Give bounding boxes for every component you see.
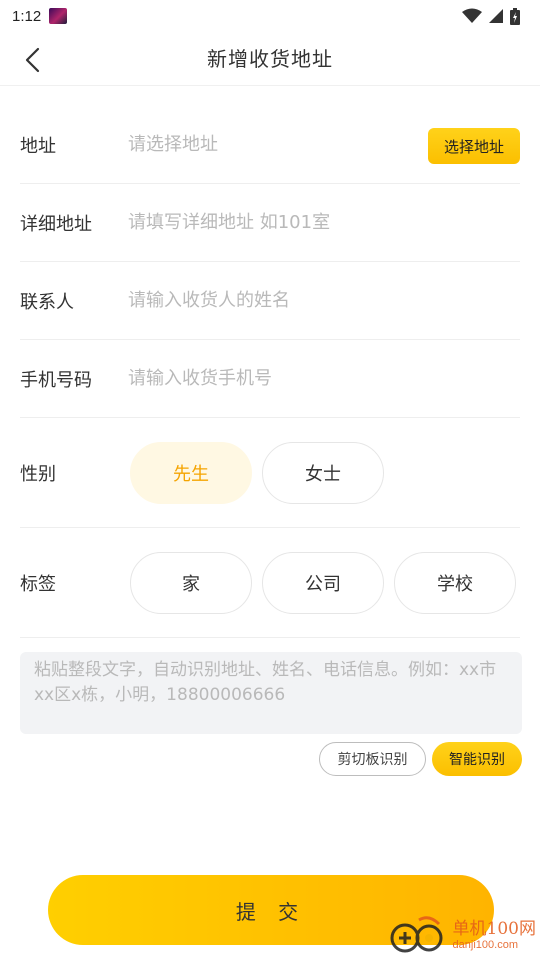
gender-option-mr[interactable]: 先生 — [130, 441, 252, 504]
page-title: 新增收货地址 — [207, 47, 333, 71]
address-row: 地址 选择地址 — [20, 106, 520, 184]
address-form: 地址 选择地址 详细地址 联系人 手机号码 性别 先生 女士 标签 家 公司 学… — [20, 106, 520, 638]
tag-option-home[interactable]: 家 — [130, 551, 252, 614]
clipboard-recognize-button[interactable]: 剪切板识别 — [319, 742, 426, 776]
gender-row: 性别 先生 女士 — [20, 418, 520, 528]
phone-label: 手机号码 — [20, 369, 92, 391]
watermark-name: 单机100网 — [452, 919, 536, 939]
tag-option-school[interactable]: 学校 — [394, 551, 516, 614]
gender-option-ms[interactable]: 女士 — [262, 441, 384, 504]
gender-options: 先生 女士 — [130, 441, 384, 504]
contact-input[interactable] — [128, 290, 520, 311]
header: 新增收货地址 — [0, 32, 540, 86]
detail-address-input[interactable] — [128, 212, 520, 233]
tag-option-company[interactable]: 公司 — [262, 551, 384, 614]
status-icons — [462, 7, 520, 25]
tag-options: 家 公司 学校 — [130, 551, 516, 614]
contact-label: 联系人 — [20, 291, 74, 313]
address-label: 地址 — [20, 135, 56, 157]
status-time: 1:12 — [12, 7, 42, 25]
contact-row: 联系人 — [20, 262, 520, 340]
tag-row: 标签 家 公司 学校 — [20, 528, 520, 638]
battery-icon — [510, 7, 520, 25]
select-address-button[interactable]: 选择地址 — [428, 128, 520, 164]
gender-label: 性别 — [20, 463, 56, 485]
notification-app-icon — [49, 8, 68, 24]
phone-row: 手机号码 — [20, 340, 520, 418]
wifi-icon — [462, 8, 482, 23]
status-bar: 1:12 — [0, 0, 540, 32]
watermark-text: 单机100网 danji100.com — [453, 921, 536, 951]
phone-input[interactable] — [128, 368, 520, 389]
detail-address-label: 详细地址 — [20, 213, 92, 235]
paste-text-area[interactable] — [20, 652, 522, 734]
watermark-logo-icon — [390, 916, 443, 953]
smart-recognize-button[interactable]: 智能识别 — [432, 742, 522, 776]
watermark: 单机100网 danji100.com — [389, 916, 536, 956]
watermark-url: danji100.com — [452, 939, 518, 951]
detail-address-row: 详细地址 — [20, 184, 520, 262]
tag-label: 标签 — [20, 573, 56, 595]
signal-icon — [489, 9, 503, 23]
